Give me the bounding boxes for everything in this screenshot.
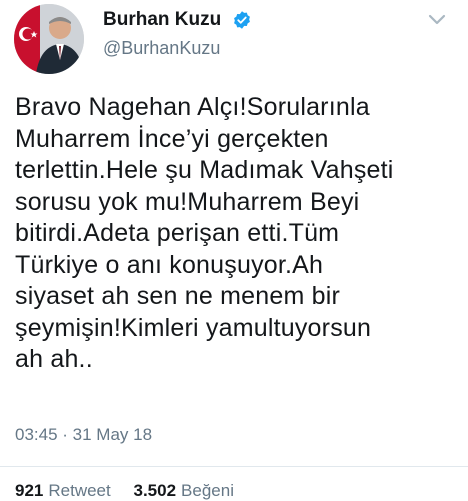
author-names: Burhan Kuzu @BurhanKuzu (103, 8, 252, 59)
author-handle[interactable]: @BurhanKuzu (103, 38, 252, 59)
retweet-label[interactable]: Retweet (48, 481, 110, 500)
avatar[interactable] (14, 4, 84, 74)
avatar-photo-icon (14, 4, 84, 74)
retweet-count[interactable]: 921 (15, 481, 43, 500)
divider (0, 466, 468, 467)
tweet-stats: 921 Retweet 3.502 Beğeni (15, 481, 252, 501)
verified-badge-icon (233, 11, 250, 29)
author-display-name[interactable]: Burhan Kuzu (103, 8, 221, 32)
tweet-header: Burhan Kuzu @BurhanKuzu (0, 0, 468, 80)
tweet-timestamp[interactable]: 03:45 · 31 May 18 (15, 425, 152, 445)
tweet-text: Bravo Nagehan Alçı!Sorularınla Muharrem … (15, 93, 394, 373)
like-count[interactable]: 3.502 (133, 481, 176, 500)
like-label[interactable]: Beğeni (181, 481, 234, 500)
chevron-down-icon[interactable] (428, 14, 446, 26)
